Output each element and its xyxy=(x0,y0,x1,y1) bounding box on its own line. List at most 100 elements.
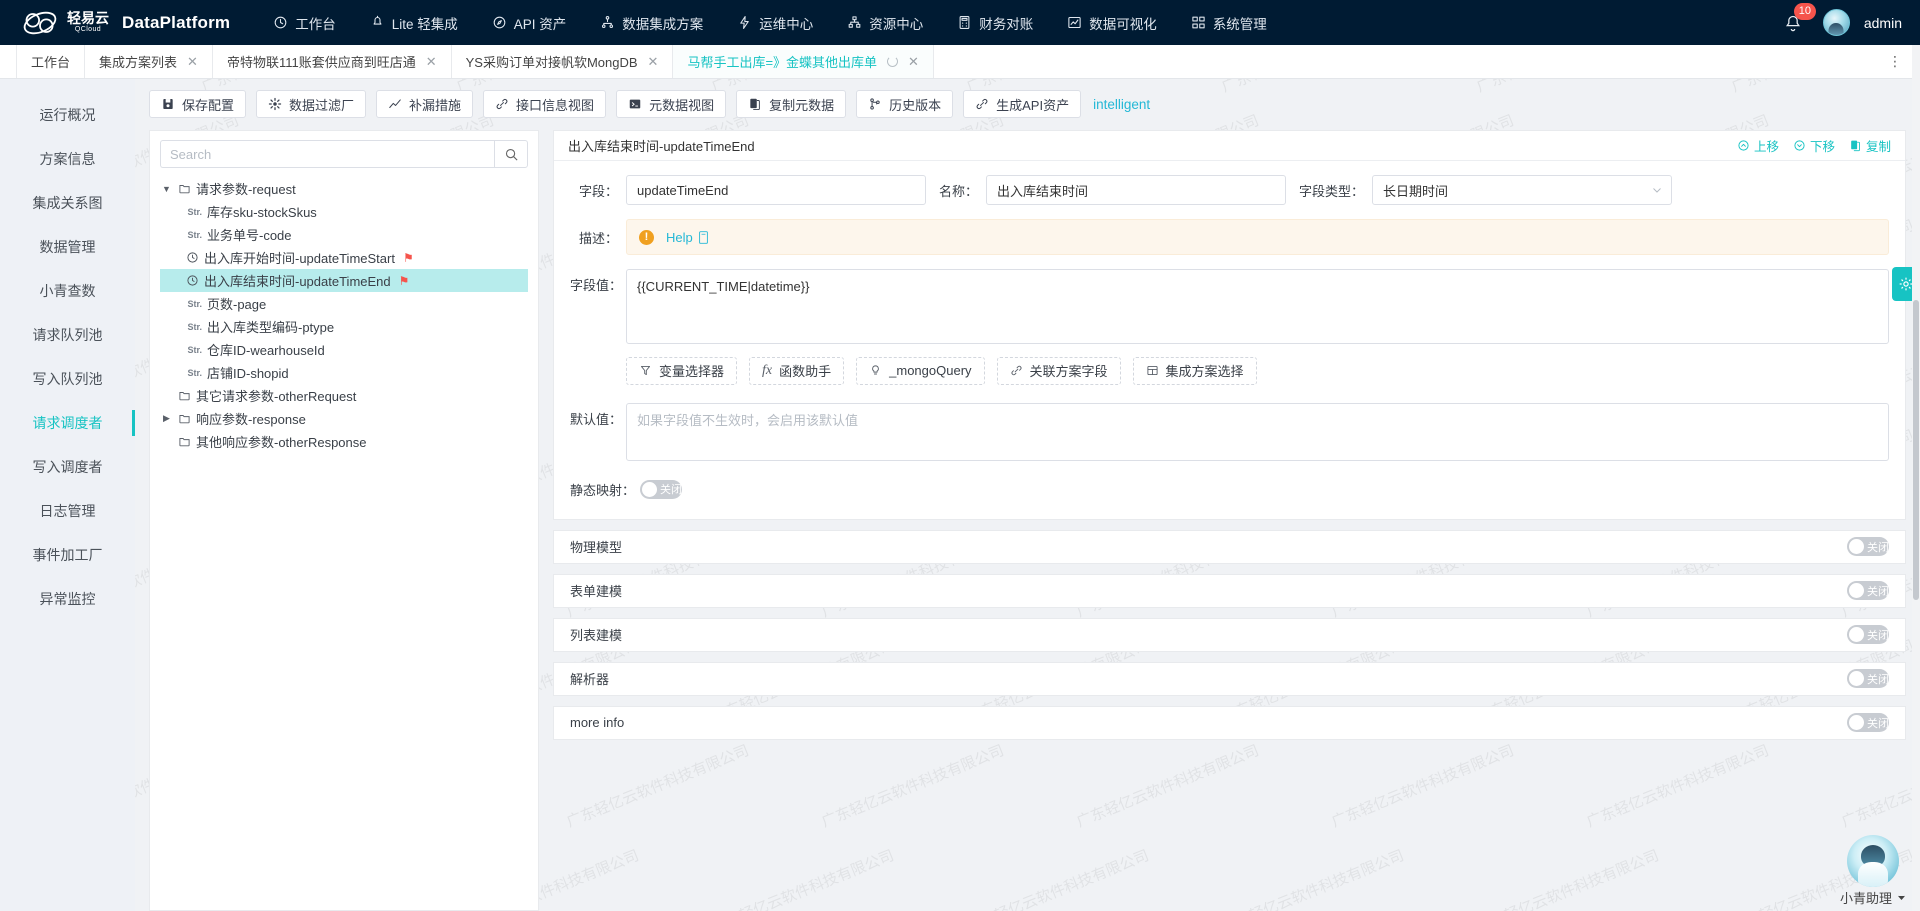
tree-node-5[interactable]: Str. 页数-page xyxy=(160,292,528,315)
field-code-label: 字段： xyxy=(578,183,618,199)
section-toggle[interactable]: 关闭 xyxy=(1847,669,1889,688)
tree-node-10[interactable]: ▶ 响应参数-response xyxy=(160,407,528,430)
tree-node-4[interactable]: 出入库结束时间-updateTimeEnd ⚑ xyxy=(160,269,528,292)
helper-button-4[interactable]: 集成方案选择 xyxy=(1132,356,1257,385)
bar-chart-icon xyxy=(1068,16,1081,29)
field-code-input[interactable] xyxy=(626,175,926,205)
sidebar-item-label: 请求队列池 xyxy=(32,327,103,343)
section-toggle[interactable]: 关闭 xyxy=(1847,537,1889,556)
top-menu-item-4[interactable]: 运维中心 xyxy=(720,0,830,45)
tab-1[interactable]: 集成方案列表 ✕ xyxy=(85,45,213,78)
section-toggle[interactable]: 关闭 xyxy=(1847,581,1889,600)
tab-0[interactable]: 工作台 xyxy=(16,45,86,78)
section-toggle[interactable]: 关闭 xyxy=(1847,625,1889,644)
tab-close-icon[interactable]: ✕ xyxy=(187,54,198,70)
top-menu-item-5[interactable]: 资源中心 xyxy=(830,0,940,45)
toolbar-button-6[interactable]: 历史版本 xyxy=(856,90,954,118)
notifications-button[interactable]: 10 xyxy=(1783,2,1816,36)
sidebar-item-6[interactable]: 写入队列池 xyxy=(0,357,135,401)
tree-node-0[interactable]: ▼ 请求参数-request xyxy=(160,177,528,200)
top-right-area: 10 admin xyxy=(1783,2,1902,36)
top-menu-item-8[interactable]: 系统管理 xyxy=(1174,0,1284,45)
toolbar-button-label: 补漏措施 xyxy=(409,97,462,113)
field-value-textarea[interactable]: {{CURRENT_TIME|datetime}} xyxy=(626,269,1889,344)
sidebar-item-10[interactable]: 事件加工厂 xyxy=(0,533,135,577)
page-scrollbar[interactable] xyxy=(1912,0,1920,911)
assistant-widget[interactable]: 小青助理 xyxy=(1840,835,1906,907)
section-1[interactable]: 表单建模 关闭 xyxy=(553,573,1906,608)
tree-node-7[interactable]: Str. 仓库ID-wearhouseId xyxy=(160,338,528,361)
username-label[interactable]: admin xyxy=(1864,15,1902,31)
tab-2[interactable]: 帝特物联111账套供应商到旺店通 ✕ xyxy=(212,45,452,78)
field-type-select[interactable] xyxy=(1372,175,1672,205)
top-menu-item-7[interactable]: 数据可视化 xyxy=(1050,0,1174,45)
sidebar-item-0[interactable]: 运行概况 xyxy=(0,93,135,137)
scrollbar-thumb[interactable] xyxy=(1913,300,1919,600)
tree-node-3[interactable]: 出入库开始时间-updateTimeStart ⚑ xyxy=(160,246,528,269)
brand-logo-area[interactable]: 轻易云 QCloud DataPlatform xyxy=(22,8,230,38)
sidebar-item-9[interactable]: 日志管理 xyxy=(0,489,135,533)
tab-close-icon[interactable]: ✕ xyxy=(648,54,659,70)
intelligent-link[interactable]: intelligent xyxy=(1093,97,1150,112)
panes: ▼ 请求参数-request Str. 库存sku-stockSkus Str. 业务单号… xyxy=(149,130,1906,911)
section-4[interactable]: more info 关闭 xyxy=(553,705,1906,740)
header-action-2[interactable]: 复制 xyxy=(1849,136,1891,155)
toolbar-button-7[interactable]: 生成API资产 xyxy=(963,90,1082,118)
sidebar-item-7[interactable]: 请求调度者 xyxy=(0,401,135,445)
fx-icon: fx xyxy=(762,362,773,378)
sidebar-item-2[interactable]: 集成关系图 xyxy=(0,181,135,225)
sidebar-item-8[interactable]: 写入调度者 xyxy=(0,445,135,489)
top-menu-item-1[interactable]: Lite 轻集成 xyxy=(353,0,475,45)
tree-node-11[interactable]: 其他响应参数-otherResponse xyxy=(160,430,528,453)
section-toggle[interactable]: 关闭 xyxy=(1847,713,1889,732)
help-link[interactable]: Help xyxy=(666,230,709,245)
toolbar-button-3[interactable]: 接口信息视图 xyxy=(483,90,607,118)
top-menu-item-0[interactable]: 工作台 xyxy=(256,0,353,45)
trend-icon xyxy=(389,99,401,108)
field-name-input[interactable] xyxy=(986,175,1286,205)
helper-button-0[interactable]: 变量选择器 xyxy=(626,356,738,385)
static-mapping-toggle[interactable]: 关闭 xyxy=(640,479,682,499)
avatar[interactable] xyxy=(1822,9,1850,36)
header-action-label: 上移 xyxy=(1753,140,1779,154)
tree-node-6[interactable]: Str. 出入库类型编码-ptype xyxy=(160,315,528,338)
helper-button-3[interactable]: 关联方案字段 xyxy=(996,356,1121,385)
section-3[interactable]: 解析器 关闭 xyxy=(553,661,1906,696)
tab-4[interactable]: 马帮手工出库=》金蝶其他出库单 ✕ xyxy=(673,45,934,78)
toolbar-button-5[interactable]: 复制元数据 xyxy=(736,90,847,118)
sidebar-item-5[interactable]: 请求队列池 xyxy=(0,313,135,357)
tab-close-icon[interactable]: ✕ xyxy=(426,54,437,70)
tree-caret[interactable]: ▶ xyxy=(160,413,173,424)
default-value-row: 默认值： xyxy=(570,402,1889,464)
top-menu-item-2[interactable]: API 资产 xyxy=(475,0,584,45)
helper-button-2[interactable]: _mongoQuery xyxy=(856,356,985,385)
brand-name-en: DataPlatform xyxy=(122,12,231,32)
header-action-1[interactable]: 下移 xyxy=(1793,136,1835,155)
tree-caret[interactable]: ▼ xyxy=(160,184,173,194)
tree-node-1[interactable]: Str. 库存sku-stockSkus xyxy=(160,200,528,223)
header-action-0[interactable]: 上移 xyxy=(1737,136,1779,155)
tree-node-8[interactable]: Str. 店铺ID-shopid xyxy=(160,361,528,384)
default-value-textarea[interactable] xyxy=(626,402,1889,461)
tree-node-label: 出入库类型编码-ptype xyxy=(207,320,335,335)
helper-button-1[interactable]: fx 函数助手 xyxy=(749,356,845,385)
tab-3[interactable]: YS采购订单对接帆软MongDB ✕ xyxy=(451,45,674,78)
toolbar-button-4[interactable]: 元数据视图 xyxy=(616,90,727,118)
top-menu-item-3[interactable]: 数据集成方案 xyxy=(583,0,720,45)
toolbar-button-0[interactable]: 保存配置 xyxy=(149,90,247,118)
top-menu-item-6[interactable]: 财务对账 xyxy=(940,0,1050,45)
copy-icon xyxy=(1851,140,1860,152)
section-0[interactable]: 物理模型 关闭 xyxy=(553,529,1906,564)
section-2[interactable]: 列表建模 关闭 xyxy=(553,617,1906,652)
sidebar-item-4[interactable]: 小青查数 xyxy=(0,269,135,313)
tab-close-icon[interactable]: ✕ xyxy=(908,54,919,70)
sidebar-item-11[interactable]: 异常监控 xyxy=(0,577,135,621)
sidebar-item-3[interactable]: 数据管理 xyxy=(0,225,135,269)
sidebar-item-1[interactable]: 方案信息 xyxy=(0,137,135,181)
toolbar-button-2[interactable]: 补漏措施 xyxy=(376,90,474,118)
search-button[interactable] xyxy=(494,140,528,168)
tree-node-2[interactable]: Str. 业务单号-code xyxy=(160,223,528,246)
toolbar-button-1[interactable]: 数据过滤厂 xyxy=(256,90,367,118)
search-input[interactable] xyxy=(160,140,494,168)
tree-node-9[interactable]: 其它请求参数-otherRequest xyxy=(160,384,528,407)
